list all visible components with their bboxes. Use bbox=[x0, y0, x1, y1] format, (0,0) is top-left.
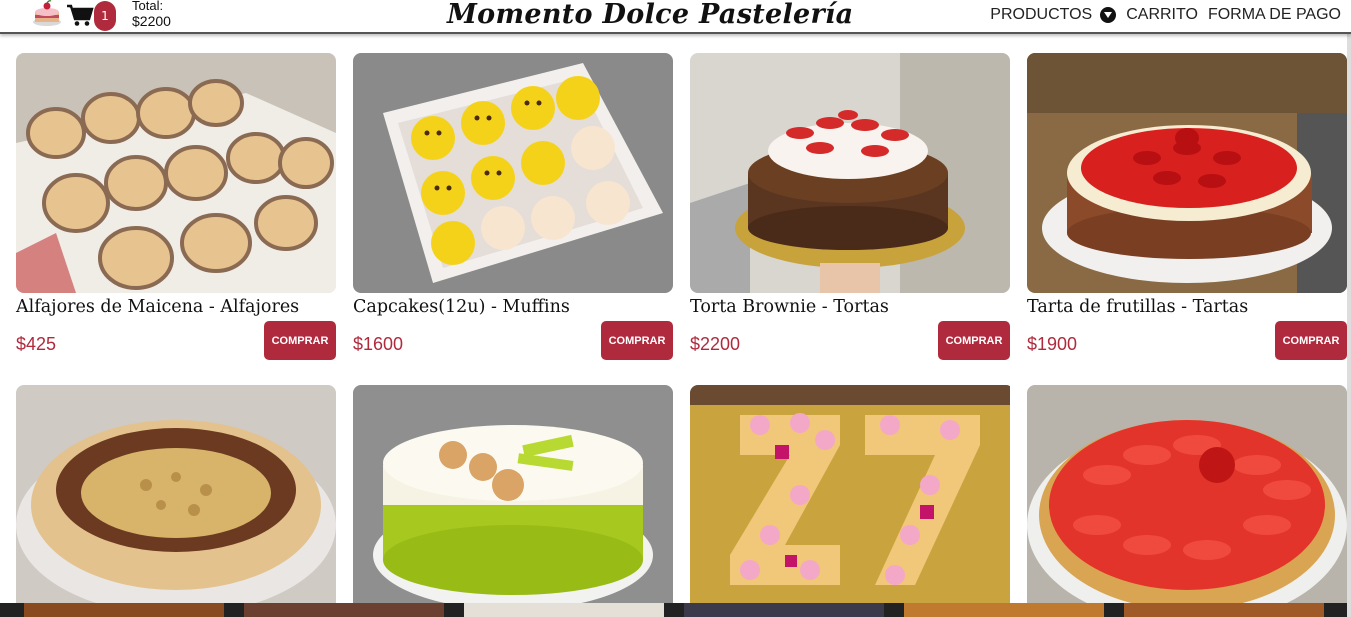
product-card: Capcakes(12u) - Muffins $1600 COMPRAR bbox=[353, 53, 673, 360]
product-price: $2200 bbox=[690, 334, 741, 354]
product-title[interactable]: Torta Brownie - Tortas bbox=[690, 297, 889, 317]
cart-total-label: Total: bbox=[132, 0, 164, 13]
product-card: Torta Brownie - Tortas $2200 COMPRAR bbox=[690, 53, 1010, 360]
main-nav: PRODUCTOS CARRITO FORMA DE PAGO bbox=[990, 6, 1341, 24]
gallery-tile[interactable] bbox=[244, 603, 444, 617]
alfajores-photo bbox=[16, 53, 336, 293]
lemon-mousse-cake-photo bbox=[353, 385, 673, 603]
product-title[interactable]: Capcakes(12u) - Muffins bbox=[353, 297, 570, 317]
top-navbar: 1 Total: $2200 Momento Dolce Pastelería … bbox=[0, 0, 1351, 34]
brand-title[interactable]: Momento Dolce Pastelería bbox=[447, 0, 853, 30]
nav-carrito[interactable]: CARRITO bbox=[1126, 6, 1198, 24]
gallery-tile[interactable] bbox=[24, 603, 224, 617]
product-title[interactable]: Alfajores de Maicena - Alfajores bbox=[16, 297, 299, 317]
product-card bbox=[16, 385, 336, 603]
cart-count-badge: 1 bbox=[94, 1, 116, 31]
strawberry-pie-photo bbox=[1027, 385, 1347, 603]
buy-button[interactable]: COMPRAR bbox=[601, 321, 673, 360]
gallery-tile[interactable] bbox=[904, 603, 1104, 617]
cake-logo-icon[interactable] bbox=[32, 0, 62, 28]
gallery-strip bbox=[0, 603, 1351, 617]
crumble-tart-photo bbox=[16, 385, 336, 603]
product-card bbox=[353, 385, 673, 603]
page-scrollbar[interactable] bbox=[1347, 0, 1351, 617]
product-price: $1600 bbox=[353, 334, 404, 354]
product-card bbox=[690, 385, 1010, 603]
nav-productos[interactable]: PRODUCTOS bbox=[990, 6, 1092, 24]
product-card: Alfajores de Maicena - Alfajores $425 CO… bbox=[16, 53, 336, 360]
buy-button[interactable]: COMPRAR bbox=[264, 321, 336, 360]
product-price: $1900 bbox=[1027, 334, 1078, 354]
strawberry-tart-photo bbox=[1027, 53, 1347, 293]
cupcakes-photo bbox=[353, 53, 673, 293]
buy-button[interactable]: COMPRAR bbox=[1275, 321, 1347, 360]
shopping-cart-icon[interactable] bbox=[66, 3, 94, 27]
gallery-tile[interactable] bbox=[464, 603, 664, 617]
gallery-tile[interactable] bbox=[684, 603, 884, 617]
product-title[interactable]: Tarta de frutillas - Tartas bbox=[1027, 297, 1248, 317]
nav-forma-de-pago[interactable]: FORMA DE PAGO bbox=[1208, 6, 1341, 24]
brownie-cake-photo bbox=[690, 53, 1010, 293]
chevron-down-circle-icon[interactable] bbox=[1100, 7, 1117, 23]
product-card: Tarta de frutillas - Tartas $1900 COMPRA… bbox=[1027, 53, 1347, 360]
product-price: $425 bbox=[16, 334, 57, 354]
gallery-tile[interactable] bbox=[1124, 603, 1324, 617]
cart-total-value: $2200 bbox=[132, 13, 171, 29]
product-card bbox=[1027, 385, 1347, 603]
buy-button[interactable]: COMPRAR bbox=[938, 321, 1010, 360]
number-cake-photo bbox=[690, 385, 1014, 603]
